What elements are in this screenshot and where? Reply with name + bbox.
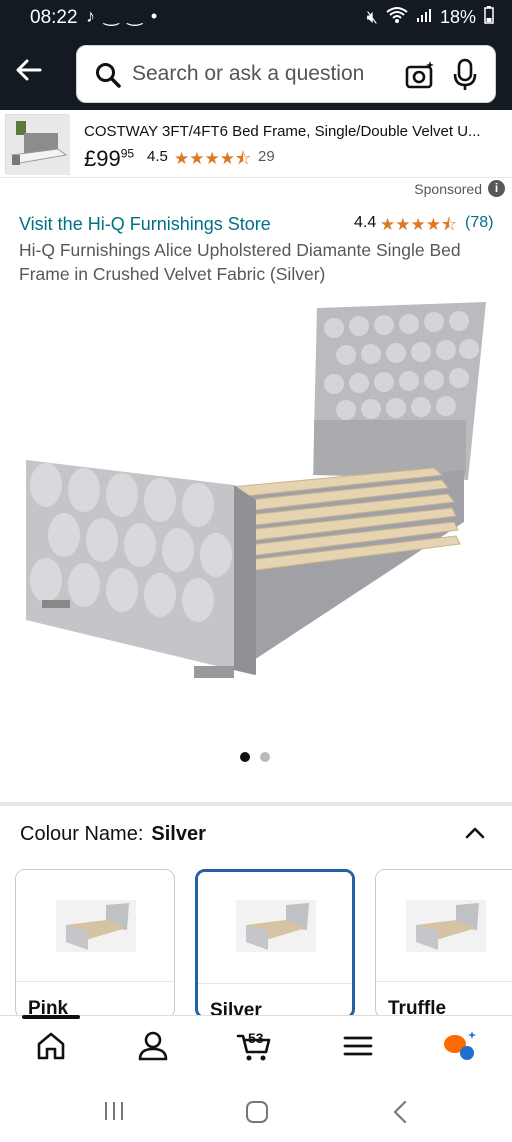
wifi-icon	[386, 6, 408, 29]
colour-option-truffle[interactable]: Truffle	[375, 869, 512, 1019]
mute-icon: 🔇︎	[366, 7, 378, 27]
back-arrow-icon[interactable]	[14, 56, 46, 88]
recent-apps-icon[interactable]	[102, 1100, 126, 1122]
star-rating-icon: ★★★★⯪	[174, 149, 252, 168]
chevron-up-icon[interactable]	[464, 822, 486, 844]
status-right: 🔇︎ 18%	[367, 6, 494, 29]
account-icon[interactable]	[135, 1028, 171, 1064]
system-navigation-bar	[0, 1079, 512, 1142]
price-main: £99	[84, 146, 121, 171]
product-image[interactable]	[24, 300, 488, 692]
colour-option-pink[interactable]: Pink	[15, 869, 175, 1019]
battery-level: 18%	[439, 7, 476, 27]
home-button-icon[interactable]	[245, 1100, 269, 1124]
menu-icon[interactable]	[340, 1028, 376, 1064]
colour-thumbnail	[198, 872, 352, 984]
colour-thumbnail	[376, 870, 512, 982]
camera-search-icon[interactable]	[405, 60, 435, 90]
sponsored-product-banner[interactable]: COSTWAY 3FT/4FT6 Bed Frame, Single/Doubl…	[0, 110, 512, 178]
product-page: 08:22 ♪ ‿ ‿ • 🔇︎ 18% Search or ask a que…	[0, 0, 512, 1142]
colour-selector-header[interactable]: Colour Name: Silver	[20, 823, 206, 846]
sponsored-product-rating: 4.5	[147, 148, 168, 165]
battery-icon	[484, 6, 494, 29]
microphone-icon[interactable]	[453, 58, 477, 92]
sponsored-label: Sponsored	[414, 181, 482, 197]
review-count-link[interactable]: (78)	[465, 214, 493, 232]
product-rating: 4.4	[354, 214, 377, 231]
sponsored-product-price: £9995	[84, 146, 134, 172]
product-star-icons[interactable]: ★★★★⯪	[380, 212, 457, 241]
sponsored-review-count: 29	[258, 148, 275, 165]
app-header: 08:22 ♪ ‿ ‿ • 🔇︎ 18% Search or ask a que…	[0, 0, 512, 110]
home-icon[interactable]	[33, 1028, 69, 1064]
visit-store-link[interactable]: Visit the Hi-Q Furnishings Store	[19, 214, 271, 235]
rufus-assistant-icon[interactable]	[441, 1028, 477, 1064]
product-title: Hi-Q Furnishings Alice Upholstered Diama…	[19, 240, 461, 284]
price-cents: 95	[120, 146, 135, 161]
signal-icon	[416, 7, 432, 28]
search-input[interactable]: Search or ask a question	[76, 45, 496, 103]
sponsored-product-thumbnail[interactable]	[5, 114, 70, 175]
colour-thumbnail	[16, 870, 174, 982]
colour-selected-value: Silver	[151, 823, 206, 845]
status-bar: 08:22 ♪ ‿ ‿ • 🔇︎ 18%	[0, 0, 512, 36]
carousel-dot-2[interactable]	[260, 752, 270, 762]
search-icon	[96, 63, 121, 88]
colour-option-silver[interactable]: Silver	[195, 869, 355, 1019]
active-tab-indicator	[22, 1015, 80, 1019]
search-placeholder: Search or ask a question	[132, 62, 365, 85]
colour-label: Colour Name:	[20, 823, 144, 845]
section-divider	[0, 802, 512, 806]
carousel-dot-1[interactable]	[240, 752, 250, 762]
info-icon[interactable]: i	[488, 180, 505, 197]
cart-count-badge: 53	[248, 1030, 264, 1046]
sponsored-product-title[interactable]: COSTWAY 3FT/4FT6 Bed Frame, Single/Doubl…	[84, 123, 481, 140]
carousel-indicator	[240, 752, 270, 762]
status-time: 08:22	[30, 7, 78, 28]
notification-icons: ♪ ‿ ‿ •	[86, 6, 160, 26]
back-button-icon[interactable]	[390, 1099, 410, 1125]
